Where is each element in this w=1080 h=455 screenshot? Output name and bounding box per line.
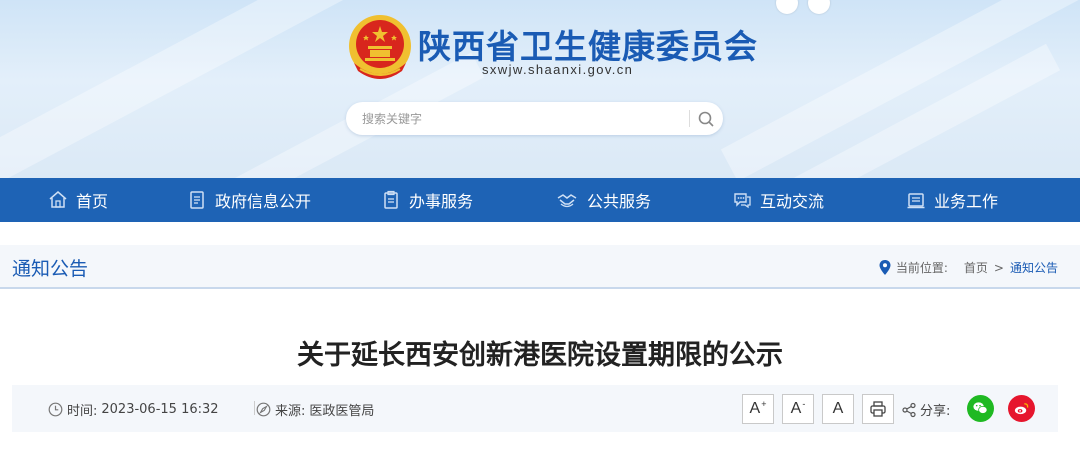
site-title: 陕西省卫生健康委员会 [418,27,758,66]
font-size-decrease-button[interactable]: A- [782,394,814,424]
printer-icon [870,401,886,417]
document-list-icon [190,191,204,209]
breadcrumb-current-link[interactable]: 通知公告 [1010,259,1058,276]
section-title: 通知公告 [12,258,89,280]
breadcrumb-home-link[interactable]: 首页 [964,259,988,276]
breadcrumb-separator: > [993,260,1004,275]
nav-item-interaction[interactable]: 互动交流 [732,178,824,222]
print-button[interactable] [862,394,894,424]
location-pin-icon [879,260,891,275]
share-label: 分享: [901,400,950,419]
publish-time: 时间: 2023-06-15 16:32 [48,400,219,419]
nav-item-home[interactable]: 首页 [48,178,108,222]
nav-label: 首页 [76,192,109,211]
nav-label: 公共服务 [587,192,652,211]
nav-label: 政府信息公开 [215,192,312,211]
time-label: 时间: [67,404,98,419]
time-value: 2023-06-15 16:32 [101,402,219,417]
search-divider [689,110,690,127]
weibo-icon [1014,403,1029,415]
nav-label: 业务工作 [934,192,999,211]
nav-item-services[interactable]: 办事服务 [381,178,473,222]
font-size-default-button[interactable]: A [822,394,854,424]
font-size-mark: + [761,399,767,409]
font-size-letter: A [832,400,844,417]
search-input[interactable] [362,102,682,135]
share-label-text: 分享: [920,404,951,419]
national-emblem-logo [349,15,411,79]
font-size-mark: - [802,399,806,409]
search-box [346,102,723,135]
article-source: 来源: 医政医管局 [256,400,374,419]
nav-item-public-services[interactable]: 公共服务 [555,178,651,222]
briefcase-icon [907,193,925,209]
font-size-increase-button[interactable]: A + [742,394,774,424]
source-label: 来源: [275,404,306,419]
share-weibo-button[interactable] [1008,395,1035,422]
search-button[interactable] [694,106,718,132]
nav-item-business[interactable]: 业务工作 [906,178,998,222]
share-wechat-button[interactable] [967,395,994,422]
font-size-letter: A [790,400,802,417]
source-value: 医政医管局 [309,404,375,419]
nav-item-gov-info[interactable]: 政府信息公开 [187,178,311,222]
handshake-icon [557,194,577,208]
search-icon [698,111,714,127]
breadcrumb: 当前位置: 首页 > 通知公告 [879,259,1058,276]
nav-label: 互动交流 [760,192,825,211]
font-size-letter: A [749,400,761,417]
chat-bubbles-icon [734,193,751,209]
share-icon [902,402,916,417]
nav-label: 办事服务 [409,192,474,211]
section-header: 通知公告 当前位置: 首页 > 通知公告 [0,245,1080,289]
site-domain: sxwjw.shaanxi.gov.cn [482,62,634,77]
breadcrumb-prefix: 当前位置: [895,261,948,275]
article-meta-bar: 时间: 2023-06-15 16:32 来源: 医政医管局 A+ A- A [12,385,1058,432]
article-title: 关于延长西安创新港医院设置期限的公示 [297,340,783,371]
home-icon [49,191,67,208]
clock-icon [48,402,63,417]
clipboard-icon [384,190,398,209]
meta-divider [254,401,255,415]
main-nav: 首页 政府信息公开 办事服务 公共服务 互动交流 业务工作 [0,178,1080,222]
wechat-icon [973,402,988,414]
compass-icon [256,402,271,417]
